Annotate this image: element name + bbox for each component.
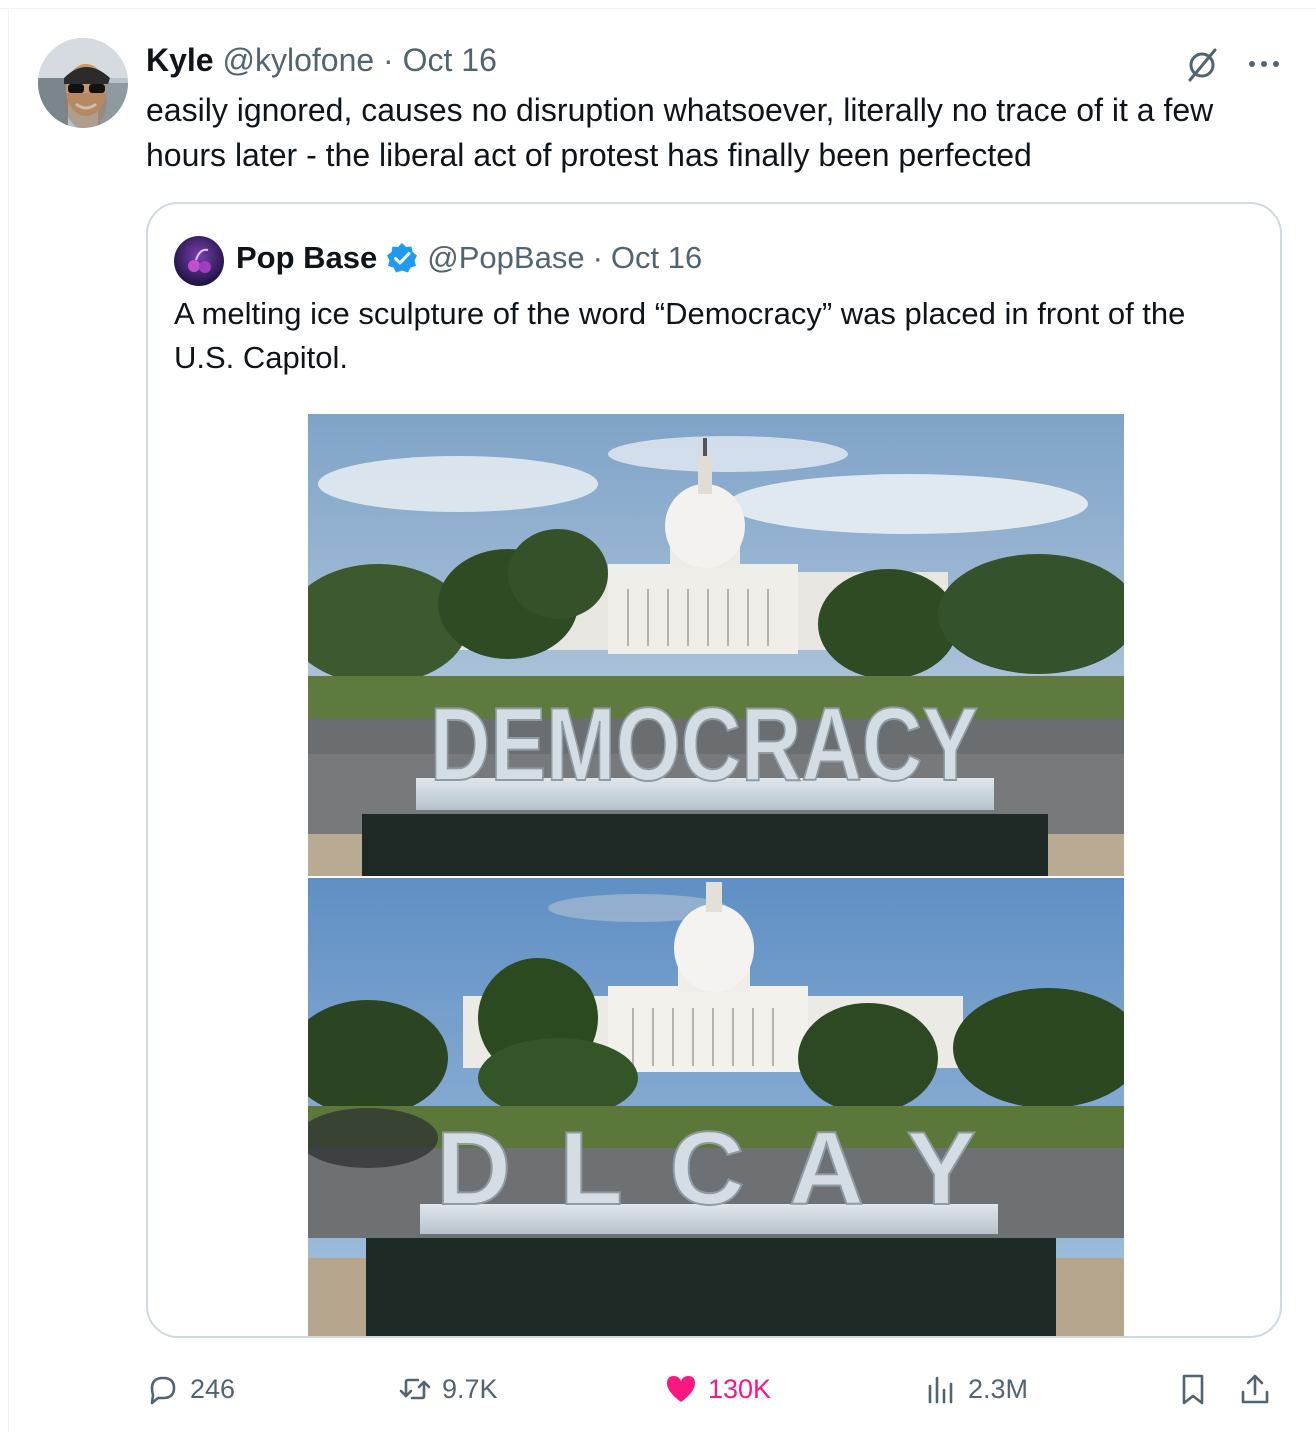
reply-count: 246 (190, 1373, 236, 1404)
repost-button[interactable]: 9.7K (398, 1364, 498, 1414)
quoted-avatar[interactable] (174, 236, 224, 286)
quoted-text: A melting ice sculpture of the word “Dem… (174, 296, 1186, 375)
top-photo: DEMOCRACY (308, 414, 1124, 876)
views-count: 2.3M (968, 1373, 1029, 1404)
like-icon (667, 1376, 695, 1402)
share-icon (1241, 1374, 1269, 1404)
reply-icon (150, 1376, 176, 1405)
post-header: Kyle @kylofone · Oct 16 (146, 40, 497, 80)
quoted-header: Pop Base @PopBase · Oct 16 (236, 237, 702, 279)
quoted-author-name[interactable]: Pop Base (236, 237, 377, 279)
action-bar: 246 9.7K 130K 2.3M (146, 1364, 1296, 1414)
post-date[interactable]: Oct 16 (403, 42, 497, 78)
quoted-media[interactable]: DEMOCRACY D L C A Y (308, 414, 1124, 1336)
views-icon (928, 1376, 953, 1404)
quoted-date[interactable]: Oct 16 (611, 237, 702, 279)
share-button[interactable] (1238, 1364, 1272, 1414)
post-text: easily ignored, causes no disruption wha… (146, 92, 1214, 173)
bookmark-button[interactable] (1176, 1364, 1210, 1414)
quoted-author-handle[interactable]: @PopBase (427, 237, 584, 279)
grok-icon[interactable] (1182, 44, 1222, 84)
bottom-photo: D L C A Y (308, 878, 1124, 1336)
top-divider (0, 8, 1316, 9)
bookmark-icon (1182, 1374, 1204, 1405)
left-divider (8, 8, 9, 1432)
avatar[interactable] (38, 38, 128, 128)
like-button[interactable]: 130K (664, 1364, 771, 1414)
repost-count: 9.7K (442, 1373, 498, 1404)
author-name[interactable]: Kyle (146, 42, 214, 78)
views-button[interactable]: 2.3M (924, 1364, 1028, 1414)
more-icon[interactable] (1244, 44, 1284, 84)
top-ice-letters: DEMOCRACY (429, 686, 979, 804)
separator-dot: · (383, 42, 394, 78)
author-handle[interactable]: @kylofone (222, 42, 374, 78)
reply-button[interactable]: 246 (146, 1364, 235, 1414)
verified-icon (385, 241, 419, 275)
separator-dot: · (592, 240, 603, 275)
quoted-post-card[interactable]: Pop Base @PopBase · Oct 16 A melting ice… (146, 202, 1282, 1338)
svg-text:DEMOCRACY: DEMOCRACY (430, 687, 978, 803)
like-count: 130K (708, 1373, 772, 1404)
repost-icon (399, 1378, 431, 1400)
